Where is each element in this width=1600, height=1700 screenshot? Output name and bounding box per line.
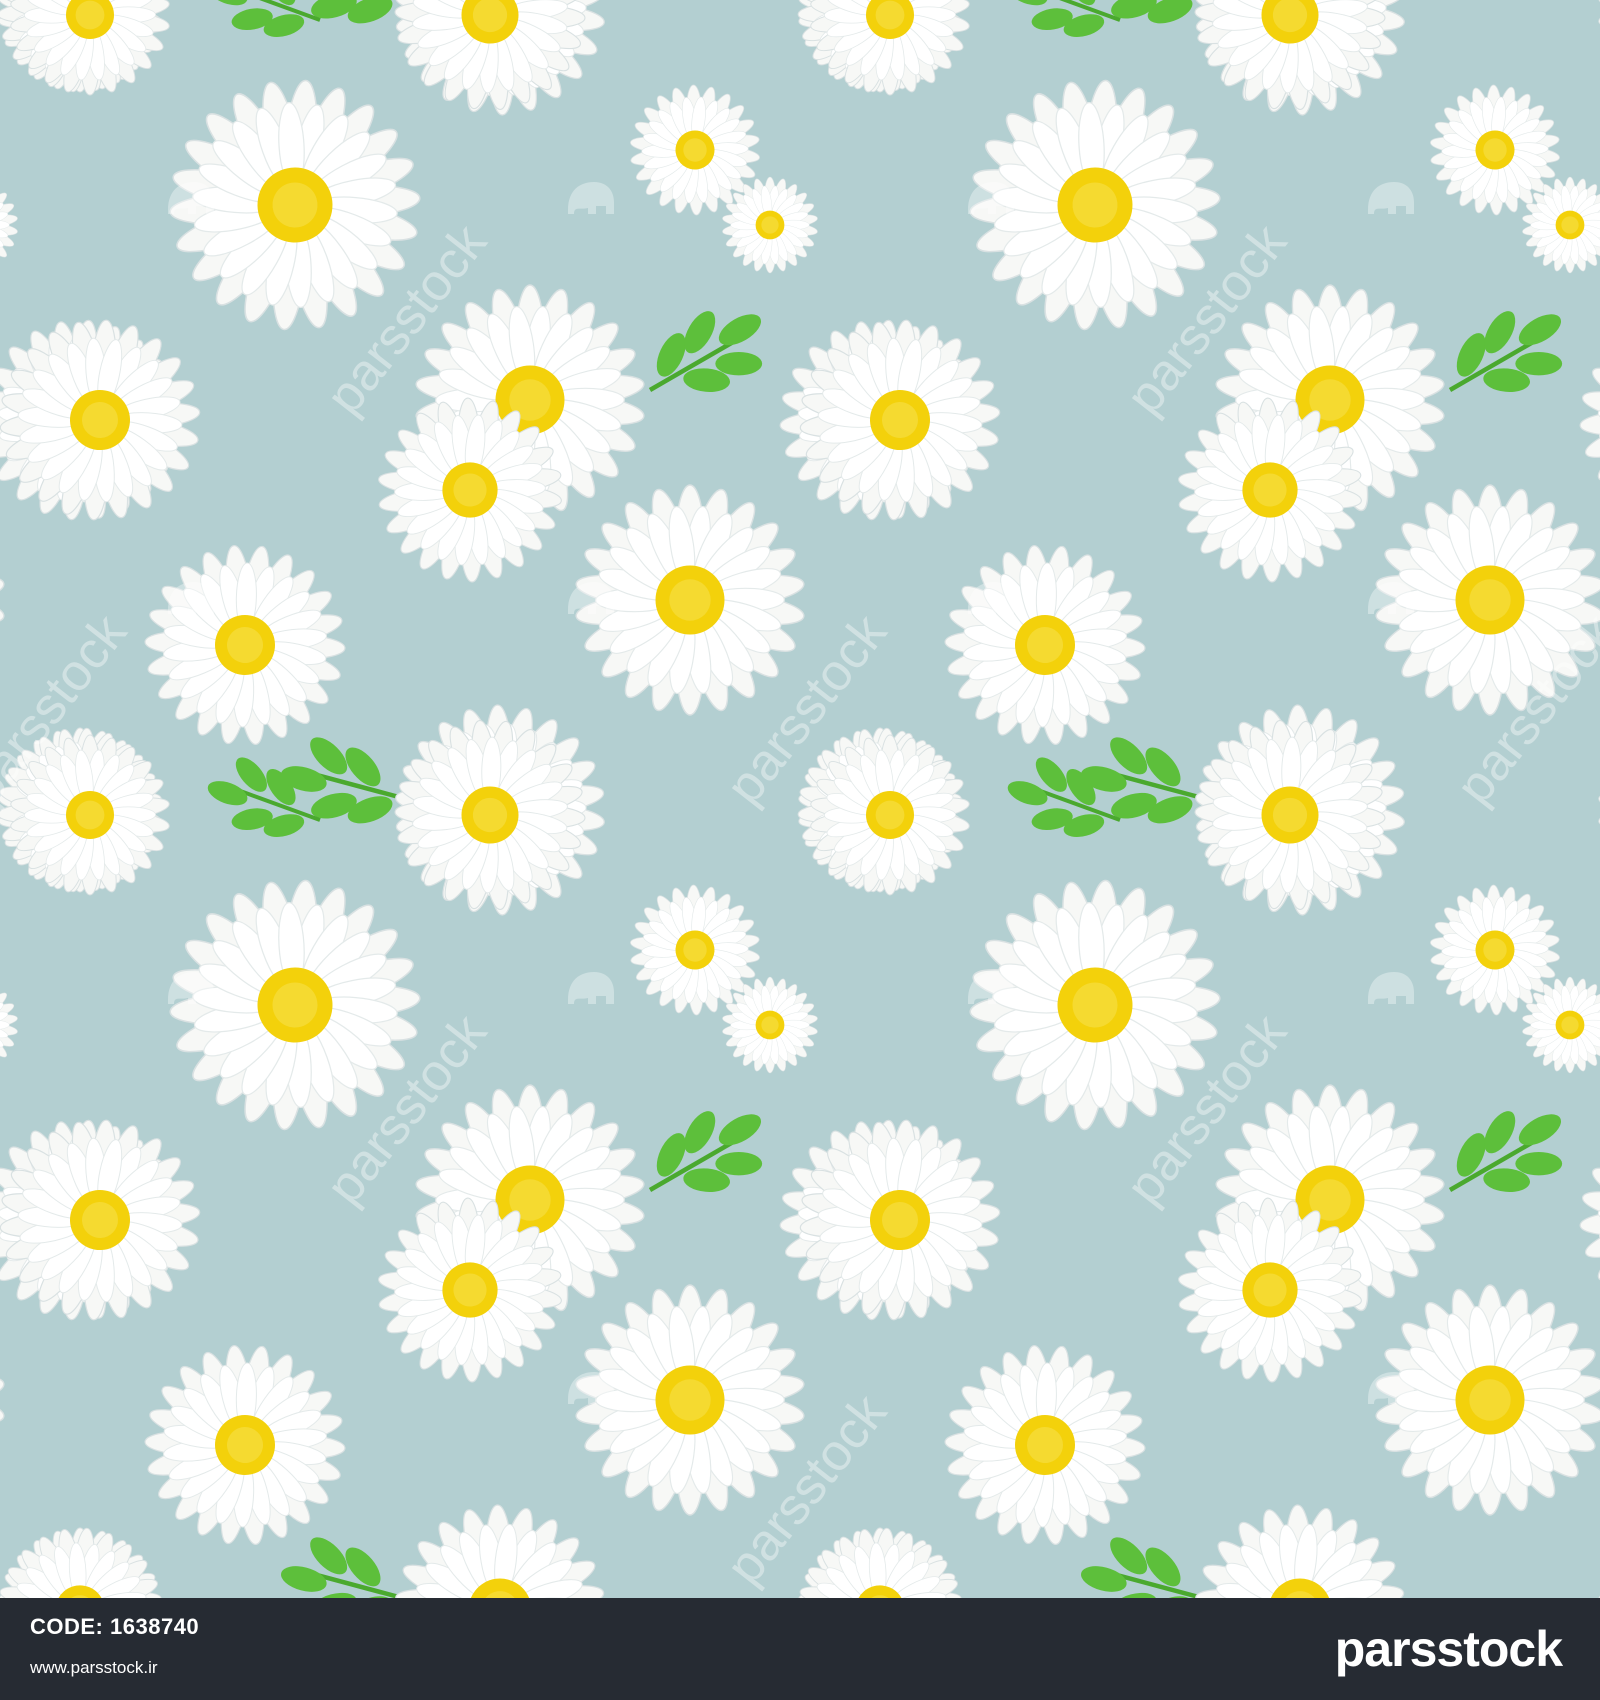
daisy-pattern-image: parsstock parsstockparsstock parsstock pars… [0, 0, 1600, 1598]
footer-bar: CODE: 1638740 www.parsstock.ir parsstock [0, 1598, 1600, 1700]
stock-image-page: parsstock parsstock parsstock parsstock pars… [0, 0, 1600, 1700]
code-value: 1638740 [110, 1614, 200, 1639]
brand-logo: parsstock [1334, 1621, 1563, 1677]
site-url[interactable]: www.parsstock.ir [30, 1658, 158, 1678]
image-code: CODE: 1638740 [30, 1614, 199, 1640]
code-label: CODE: [30, 1614, 104, 1639]
